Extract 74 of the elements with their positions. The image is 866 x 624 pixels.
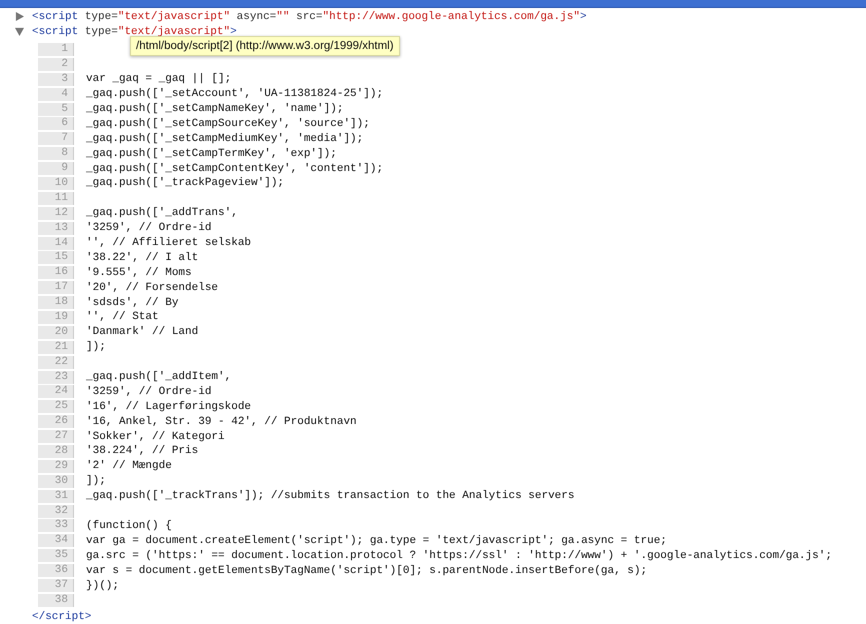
xpath-tooltip: /html/body/script[2] (http://www.w3.org/1999/xhtml) [130,36,400,56]
line-number: 6 [38,117,74,130]
code-line: ga.src = ('https:' == document.location.protocol ? 'https://ssl' : 'http://www') + '.google-analytics.com/ga.js'; [86,550,832,562]
code-line: _gaq.push(['_setCampTermKey', 'exp']); [86,148,337,160]
code-line: '16, Ankel, Str. 39 - 42', // Produktnavn [86,416,357,428]
code-line: '', // Affilieret selskab [86,237,252,250]
line-number: 31 [38,490,74,503]
code-line: '3259', // Ordre-id [86,222,212,234]
line-number: 24 [38,385,74,398]
code-line: ]); [86,475,106,488]
code-line: })(); [86,580,120,592]
line-number: 19 [38,310,74,324]
line-number: 20 [38,326,74,339]
line-number: 33 [38,519,74,532]
line-number: 28 [38,444,74,458]
line-number: 35 [38,549,74,562]
code-line: ]); [86,341,106,354]
code-line: var s = document.getElementsByTagName('script')[0]; s.parentNode.insertBefore(ga, s); [86,564,648,577]
line-number: 12 [38,206,74,220]
line-number: 30 [38,474,74,488]
line-number: 22 [38,356,74,369]
line-number: 7 [38,132,74,146]
line-number: 36 [38,564,74,578]
line-number: 25 [38,400,74,414]
code-line: _gaq.push(['_setCampSourceKey', 'source']); [86,118,370,130]
line-number: 5 [38,102,74,116]
line-number: 2 [38,58,74,71]
code-line: (function() { [86,520,172,532]
code-line: _gaq.push(['_trackTrans']); //submits transaction to the Analytics servers [86,490,574,502]
line-number: 13 [38,222,74,235]
element-tag[interactable]: <script type="text/javascript"> [32,26,237,38]
code-line: _gaq.push(['_setCampNameKey', 'name']); [86,103,344,115]
line-number: 4 [38,88,74,101]
code-line: 'sdsds', // By [86,296,178,309]
code-line: '38.224', // Pris [86,445,198,458]
code-line: '2' // Mængde [86,460,172,472]
line-number: 15 [38,251,74,264]
code-line: _gaq.push(['_trackPageview']); [86,177,284,190]
code-line: '9.555', // Moms [86,266,192,279]
line-number: 3 [38,72,74,86]
code-line: '', // Stat [86,311,159,324]
code-line: var _gaq = _gaq || []; [86,73,232,86]
code-line: '38.22', // I alt [86,252,198,264]
line-number: 37 [38,579,74,592]
line-number: 11 [38,192,74,205]
line-number: 38 [38,594,74,607]
line-number: 14 [38,236,74,250]
code-line: 'Danmark' // Land [86,326,198,338]
line-number: 26 [38,415,74,428]
code-line: _gaq.push(['_setCampContentKey', 'content']); [86,162,384,175]
line-number: 17 [38,281,74,294]
code-line: 'Sokker', // Kategori [86,430,225,443]
line-number: 32 [38,504,74,518]
code-line: '16', // Lagerføringskode [86,400,252,413]
line-number: 27 [38,430,74,444]
line-number: 9 [38,162,74,176]
line-number: 16 [38,266,74,280]
line-number: 21 [38,340,74,354]
line-number: 34 [38,534,74,548]
closing-tag: </script> [32,611,92,624]
code-line: _gaq.push(['_setAccount', 'UA-11381824-25']); [86,88,384,100]
code-line: _gaq.push(['_setCampMediumKey', 'media']); [86,132,364,145]
code-line: var ga = document.createElement('script'); ga.type = 'text/javascript'; ga.async = true; [86,534,667,547]
line-number: 18 [38,296,74,310]
line-number: 23 [38,370,74,384]
line-number: 10 [38,176,74,190]
element-tag[interactable]: <script type="text/javascript" async="" src="http://www.google-analytics.com/ga.js"> [32,10,587,22]
line-number: 8 [38,147,74,160]
code-line: '3259', // Ordre-id [86,386,212,398]
code-line: _gaq.push(['_addTrans', [86,207,238,220]
code-line: _gaq.push(['_addItem', [86,371,232,384]
line-number: 29 [38,460,74,473]
line-number: 1 [38,42,74,56]
code-line: '20', // Forsendelse [86,282,218,294]
